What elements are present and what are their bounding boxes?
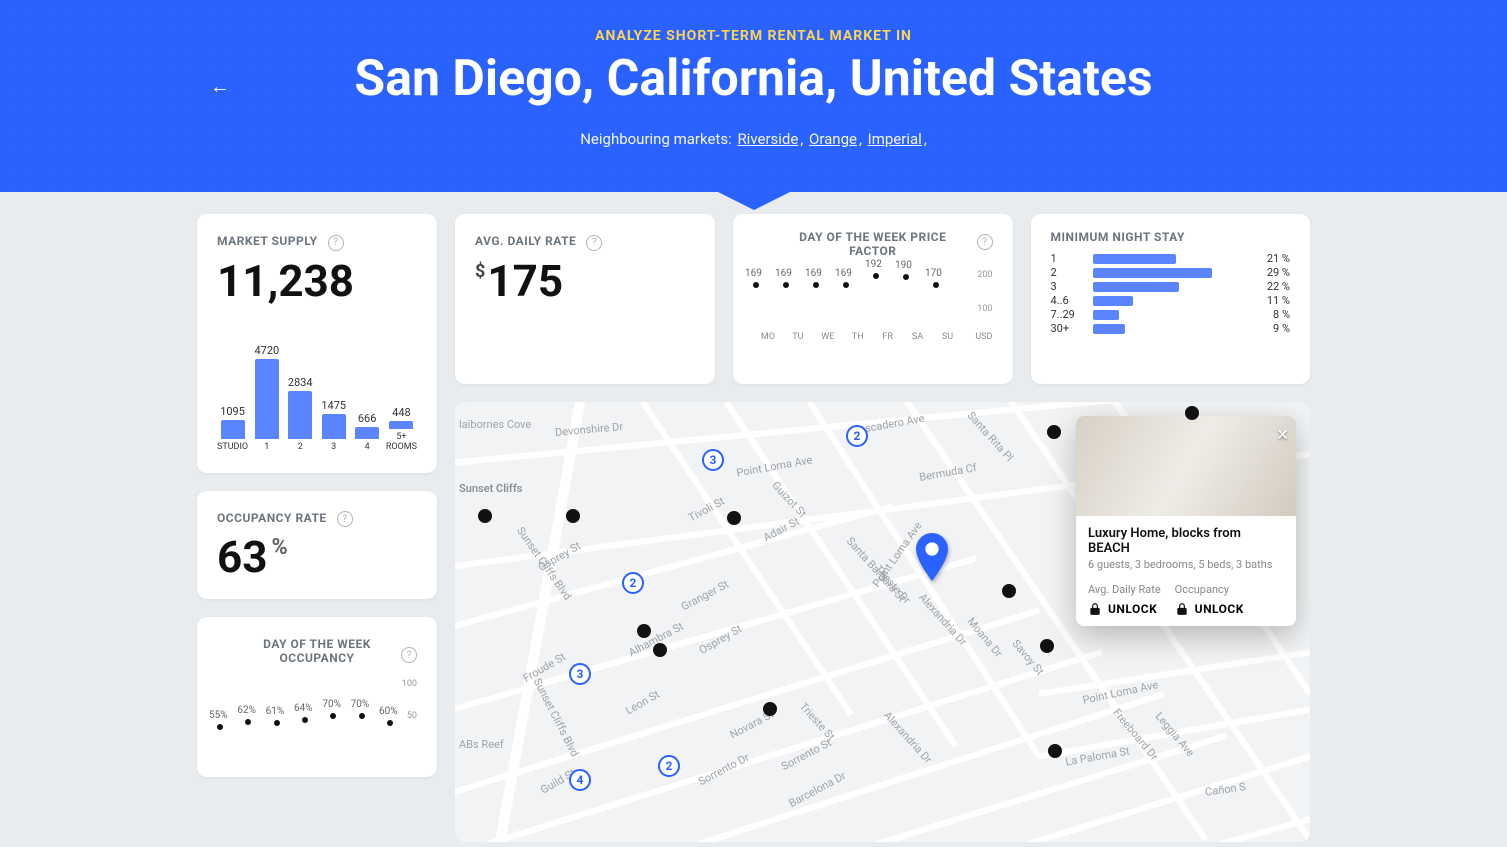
axis-label: 200: [977, 270, 992, 280]
dow-price-chart: 200 100 169169169169192190170: [753, 264, 993, 328]
map-cluster-marker[interactable]: 2: [846, 425, 868, 447]
help-icon[interactable]: ?: [401, 647, 417, 663]
dow-occupancy-card: DAY OF THE WEEK OCCUPANCY ? 100 50 55%62…: [197, 617, 437, 777]
map-dot-marker[interactable]: [727, 511, 741, 525]
min-stay-row: 229 %: [1051, 266, 1291, 279]
map-cluster-marker[interactable]: 2: [658, 755, 680, 777]
listing-subtitle: 6 guests, 3 bedrooms, 5 beds, 3 baths: [1088, 558, 1284, 571]
help-icon[interactable]: ?: [337, 511, 353, 527]
min-stay-title: MINIMUM NIGHT STAY: [1051, 230, 1291, 244]
listing-popup: × Luxury Home, blocks from BEACH 6 guest…: [1076, 416, 1296, 626]
neighbor-link[interactable]: Riverside: [737, 130, 798, 148]
listing-title: Luxury Home, blocks from BEACH: [1088, 526, 1284, 556]
popup-stat-label: Avg. Daily Rate: [1088, 583, 1161, 596]
supply-bar: 1095STUDIO: [217, 405, 248, 452]
min-stay-row: 4..611 %: [1051, 294, 1291, 307]
occupancy-rate-card: OCCUPANCY RATE ? 63%: [197, 491, 437, 600]
map-dot-marker[interactable]: [1047, 425, 1061, 439]
supply-bar: 4485+ROOMS: [386, 406, 417, 452]
min-stay-row: 322 %: [1051, 280, 1291, 293]
help-icon[interactable]: ?: [586, 235, 602, 251]
unlock-adr-button[interactable]: UNLOCK: [1088, 602, 1161, 616]
map-area-label: ABs Reef: [459, 738, 504, 751]
back-arrow-icon[interactable]: ←: [210, 74, 230, 99]
market-supply-value: 11,238: [217, 255, 417, 307]
map-cluster-marker[interactable]: 2: [622, 572, 644, 594]
map-dot-marker[interactable]: [566, 509, 580, 523]
page-title: San Diego, California, United States: [20, 50, 1487, 108]
map-dot-marker[interactable]: [637, 624, 651, 638]
map-dot-marker[interactable]: [478, 509, 492, 523]
neighboring-markets: Neighbouring markets: Riverside, Orange,…: [20, 130, 1487, 148]
hero-header: ← ANALYZE SHORT-TERM RENTAL MARKET IN Sa…: [0, 0, 1507, 192]
lock-icon: [1088, 602, 1102, 616]
close-icon[interactable]: ×: [1277, 422, 1288, 446]
help-icon[interactable]: ?: [328, 235, 344, 251]
adr-title: AVG. DAILY RATE: [475, 234, 576, 248]
min-stay-card: MINIMUM NIGHT STAY 121 %229 %322 %4..611…: [1031, 214, 1311, 384]
map-cluster-marker[interactable]: 3: [702, 449, 724, 471]
map-dot-marker[interactable]: [1185, 406, 1199, 420]
map-cluster-marker[interactable]: 4: [569, 769, 591, 791]
supply-bar: 14753: [319, 399, 348, 453]
neighbors-label: Neighbouring markets:: [580, 130, 731, 148]
neighbor-link[interactable]: Imperial: [868, 130, 922, 148]
map-area-label: laibornes Cove: [459, 418, 531, 431]
listing-image: ×: [1076, 416, 1296, 516]
supply-bar: 6664: [352, 412, 381, 452]
help-icon[interactable]: ?: [977, 234, 993, 250]
dow-price-ticks: MOTUWETHFRSASUUSD: [753, 332, 993, 342]
occupancy-rate-title: OCCUPANCY RATE: [217, 511, 327, 525]
neighbor-link[interactable]: Orange: [809, 130, 857, 148]
adr-value: $175: [475, 255, 695, 307]
market-supply-title: MARKET SUPPLY: [217, 234, 318, 248]
dow-price-card: DAY OF THE WEEK PRICE FACTOR ? 200 100 1…: [733, 214, 1013, 384]
axis-label: 100: [402, 679, 417, 689]
min-stay-row: 121 %: [1051, 252, 1291, 265]
dow-occupancy-chart: 100 50 55%62%61%64%70%70%60%: [217, 683, 417, 733]
map-dot-marker[interactable]: [653, 643, 667, 657]
map[interactable]: laibornes Cove Sunset Cliffs ABs Reef × …: [455, 402, 1310, 842]
unlock-occupancy-button[interactable]: UNLOCK: [1175, 602, 1244, 616]
popup-stat-label: Occupancy: [1175, 583, 1244, 596]
map-dot-marker[interactable]: [763, 702, 777, 716]
dow-price-title: DAY OF THE WEEK PRICE FACTOR: [793, 230, 953, 258]
adr-card: AVG. DAILY RATE ? $175: [455, 214, 715, 384]
axis-label: 100: [977, 304, 992, 314]
lock-icon: [1175, 602, 1189, 616]
dow-occupancy-title: DAY OF THE WEEK OCCUPANCY: [237, 637, 397, 665]
market-supply-chart: 1095STUDIO47201283421475366644485+ROOMS: [217, 353, 417, 453]
map-area-label: Sunset Cliffs: [459, 482, 522, 495]
map-pin-icon[interactable]: [914, 533, 950, 585]
market-supply-card: MARKET SUPPLY ? 11,238 1095STUDIO4720128…: [197, 214, 437, 473]
occupancy-rate-value: 63%: [217, 531, 417, 583]
min-stay-row: 7..298 %: [1051, 308, 1291, 321]
map-dot-marker[interactable]: [1040, 639, 1054, 653]
map-cluster-marker[interactable]: 3: [569, 663, 591, 685]
hero-eyebrow: ANALYZE SHORT-TERM RENTAL MARKET IN: [20, 28, 1487, 44]
axis-label: 50: [407, 711, 417, 721]
min-stay-chart: 121 %229 %322 %4..611 %7..298 %30+9 %: [1051, 252, 1291, 335]
supply-bar: 28342: [286, 376, 315, 453]
map-dot-marker[interactable]: [1002, 584, 1016, 598]
supply-bar: 47201: [252, 344, 281, 453]
map-dot-marker[interactable]: [1048, 744, 1062, 758]
min-stay-row: 30+9 %: [1051, 322, 1291, 335]
